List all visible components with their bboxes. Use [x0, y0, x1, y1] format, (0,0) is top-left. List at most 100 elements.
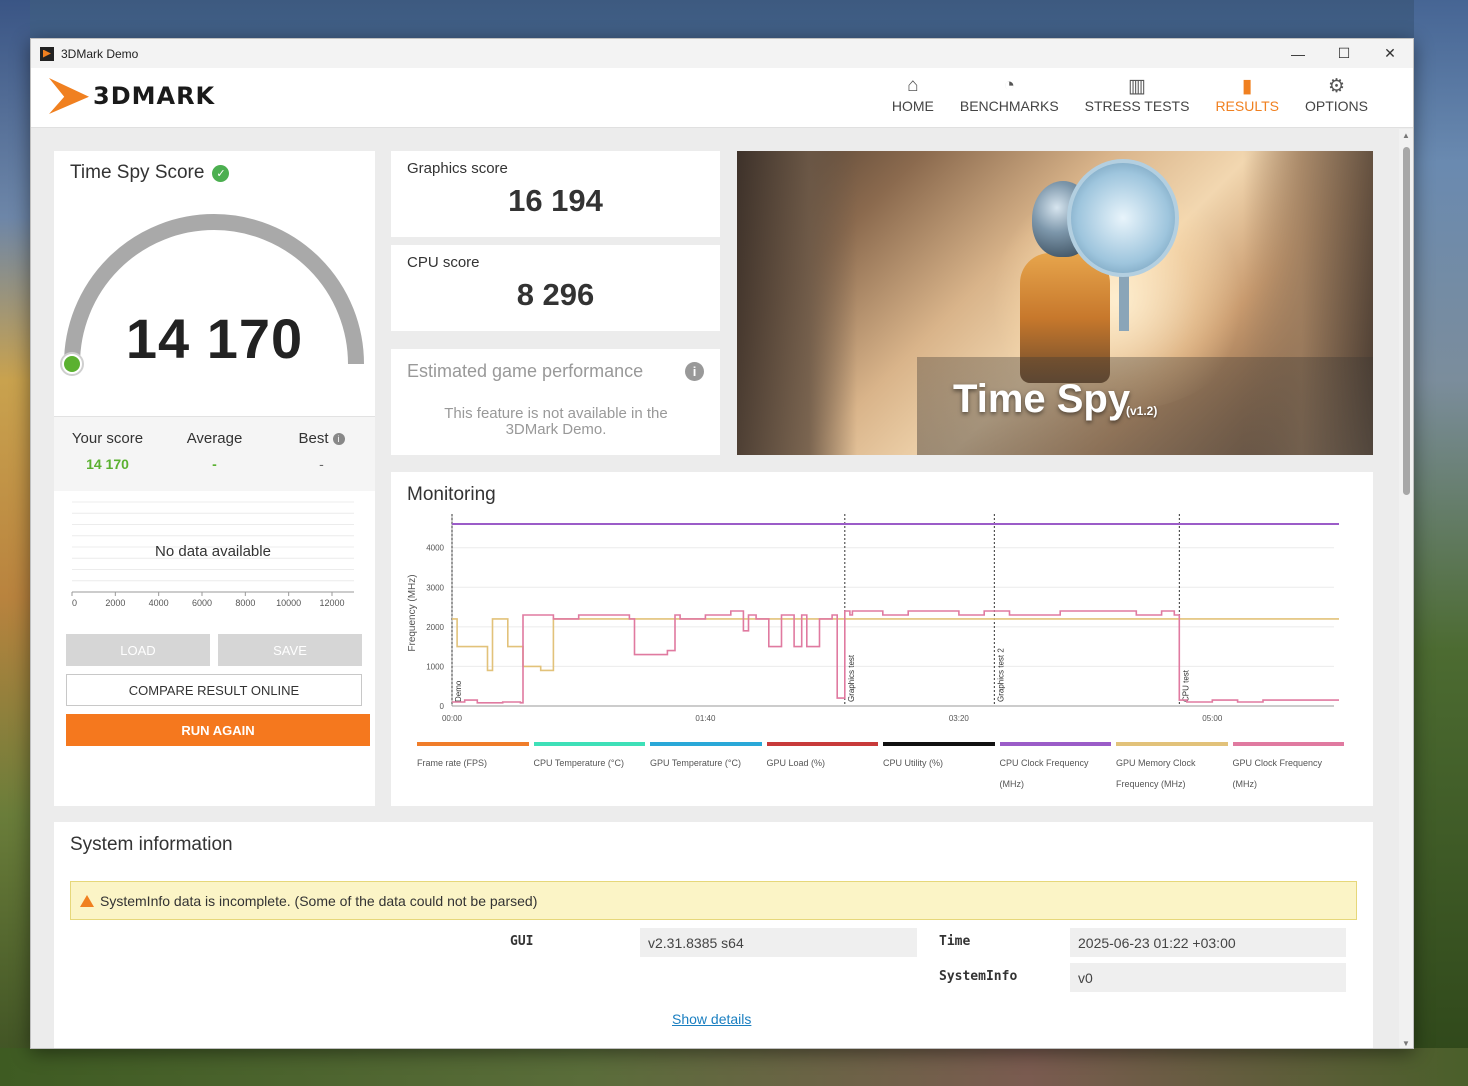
window-controls: — ☐ ✕: [1275, 39, 1413, 68]
x-tick-label: 03:20: [949, 714, 970, 723]
maximize-button[interactable]: ☐: [1321, 39, 1367, 68]
dist-tick-label: 2000: [105, 598, 125, 608]
legend-item[interactable]: GPU Clock Frequency (MHz): [1232, 742, 1350, 795]
legend-swatch: [417, 742, 529, 746]
hero-version: (v1.2): [1126, 404, 1158, 418]
estimated-performance-message: This feature is not available in the 3DM…: [444, 405, 668, 438]
no-data-message: No data available: [155, 543, 271, 560]
title-bar[interactable]: 3DMark Demo — ☐ ✕: [31, 39, 1413, 68]
best-column: Best i -: [268, 417, 375, 491]
hero-mirror: [1067, 159, 1179, 277]
legend-item[interactable]: CPU Utility (%): [883, 742, 1000, 795]
save-button[interactable]: SAVE: [218, 634, 362, 666]
vertical-scrollbar[interactable]: ▲ ▼: [1399, 129, 1413, 1048]
show-details-link[interactable]: Show details: [672, 1011, 751, 1027]
test-marker-label: Demo: [454, 680, 463, 702]
best-value: -: [319, 456, 324, 472]
top-navigation: 3DMARK ⌂ HOME ◔ BENCHMARKS ▥ STRESS TESTS ▮ RES…: [31, 68, 1413, 128]
home-icon: ⌂: [907, 75, 919, 96]
legend-label: GPU Memory Clock Frequency (MHz): [1116, 758, 1196, 789]
logo-text: 3DMARK: [93, 82, 216, 110]
y-axis-label: Frequency (MHz): [407, 574, 418, 651]
scroll-up-arrow-icon[interactable]: ▲: [1402, 131, 1410, 140]
score-distribution-chart: 0 2000 4000 6000 8000 10000 12000 No data avail…: [71, 501, 354, 608]
nav-stress-tests[interactable]: ▥ STRESS TESTS: [1072, 74, 1203, 115]
legend-item[interactable]: Frame rate (FPS): [417, 742, 534, 795]
legend-label: CPU Temperature (°C): [533, 758, 624, 768]
systeminfo-key: SystemInfo: [939, 969, 1018, 984]
legend-swatch: [1116, 742, 1228, 746]
score-title: Time Spy Score ✓: [70, 162, 230, 184]
y-tick-label: 1000: [426, 662, 444, 671]
system-information-card: System information SystemInfo data is in…: [54, 822, 1373, 1048]
systeminfo-warning: SystemInfo data is incomplete. (Some of …: [70, 881, 1357, 920]
desktop-background-left: [0, 0, 30, 1086]
legend-item[interactable]: GPU Memory Clock Frequency (MHz): [1116, 742, 1233, 795]
legend-label: Frame rate (FPS): [417, 758, 488, 768]
gui-value: v2.31.8385 s64: [640, 928, 917, 957]
close-button[interactable]: ✕: [1367, 39, 1413, 68]
nav-label: OPTIONS: [1304, 98, 1368, 114]
system-information-title: System information: [70, 834, 233, 855]
legend-item[interactable]: GPU Load (%): [766, 742, 884, 795]
nav-results[interactable]: ▮ RESULTS: [1202, 74, 1292, 115]
nav-home[interactable]: ⌂ HOME: [879, 74, 947, 114]
nav-label: STRESS TESTS: [1084, 98, 1190, 114]
legend-swatch: [650, 742, 762, 746]
cpu-score-card: CPU score 8 296: [391, 245, 720, 331]
3dmark-logo: 3DMARK: [47, 74, 215, 118]
gauge-icon: ◔: [1003, 75, 1015, 96]
dist-tick-label: 0: [72, 598, 77, 608]
x-tick-label: 05:00: [1202, 714, 1223, 723]
best-label: Best: [298, 430, 329, 447]
compare-result-online-button[interactable]: COMPARE RESULT ONLINE: [66, 674, 362, 706]
time-spy-score-card: Time Spy Score ✓ 14 170 Your score 14 17…: [54, 151, 375, 806]
test-marker-label: Graphics test: [847, 654, 856, 702]
legend-item[interactable]: GPU Temperature (°C): [650, 742, 767, 795]
info-icon[interactable]: i: [685, 362, 704, 381]
legend-label: GPU Temperature (°C): [650, 758, 741, 768]
series-line-gpu-clock-frequency-mhz: [452, 610, 1339, 704]
y-tick-label: 4000: [426, 544, 444, 553]
nav-label: BENCHMARKS: [959, 98, 1059, 114]
dist-tick-label: 4000: [149, 598, 169, 608]
your-score-label: Your score: [71, 430, 144, 447]
average-value: -: [212, 456, 217, 472]
your-score-column: Your score 14 170: [54, 417, 161, 491]
graphics-score-label: Graphics score: [407, 160, 508, 177]
legend-item[interactable]: CPU Clock Frequency (MHz): [999, 742, 1117, 795]
logo-mark-icon: [47, 74, 91, 118]
load-button[interactable]: LOAD: [66, 634, 210, 666]
warning-text: SystemInfo data is incomplete. (Some of …: [100, 892, 538, 909]
dist-tick-label: 6000: [192, 598, 212, 608]
average-label: Average: [186, 430, 243, 447]
legend-swatch: [533, 742, 645, 746]
dist-tick-label: 12000: [319, 598, 344, 608]
bar-chart-icon: ▥: [1128, 75, 1147, 97]
cpu-score-value: 8 296: [516, 277, 595, 312]
test-marker-label: Graphics test 2: [996, 648, 1005, 702]
nav-benchmarks[interactable]: ◔ BENCHMARKS: [947, 74, 1072, 114]
legend-item[interactable]: CPU Temperature (°C): [533, 742, 651, 795]
scrollbar-thumb[interactable]: [1403, 147, 1410, 495]
results-content: Time Spy Score ✓ 14 170 Your score 14 17…: [31, 129, 1401, 1048]
legend-label: GPU Clock Frequency (MHz): [1232, 758, 1323, 789]
x-tick-label: 00:00: [442, 714, 463, 723]
legend-label: GPU Load (%): [766, 758, 826, 768]
legend-swatch: [883, 742, 995, 746]
app-window: 3DMark Demo — ☐ ✕ 3DMARK ⌂ HOME ◔ BENCHMARK…: [30, 38, 1414, 1049]
average-column: Average -: [161, 417, 268, 491]
minimize-button[interactable]: —: [1275, 39, 1321, 68]
run-again-button[interactable]: RUN AGAIN: [66, 714, 370, 746]
app-icon: [40, 46, 54, 61]
nav-options[interactable]: ⚙ OPTIONS: [1292, 74, 1381, 115]
time-spy-hero-image: Time Spy (v1.2): [737, 151, 1373, 455]
legend-swatch: [1232, 742, 1344, 746]
check-icon: ✓: [212, 164, 230, 182]
legend-label: CPU Clock Frequency (MHz): [999, 758, 1089, 789]
info-icon[interactable]: i: [332, 432, 345, 445]
scroll-down-arrow-icon[interactable]: ▼: [1402, 1039, 1410, 1048]
dist-tick-label: 8000: [235, 598, 255, 608]
total-score: 14 170: [125, 307, 304, 370]
gui-key: GUI: [510, 934, 534, 949]
